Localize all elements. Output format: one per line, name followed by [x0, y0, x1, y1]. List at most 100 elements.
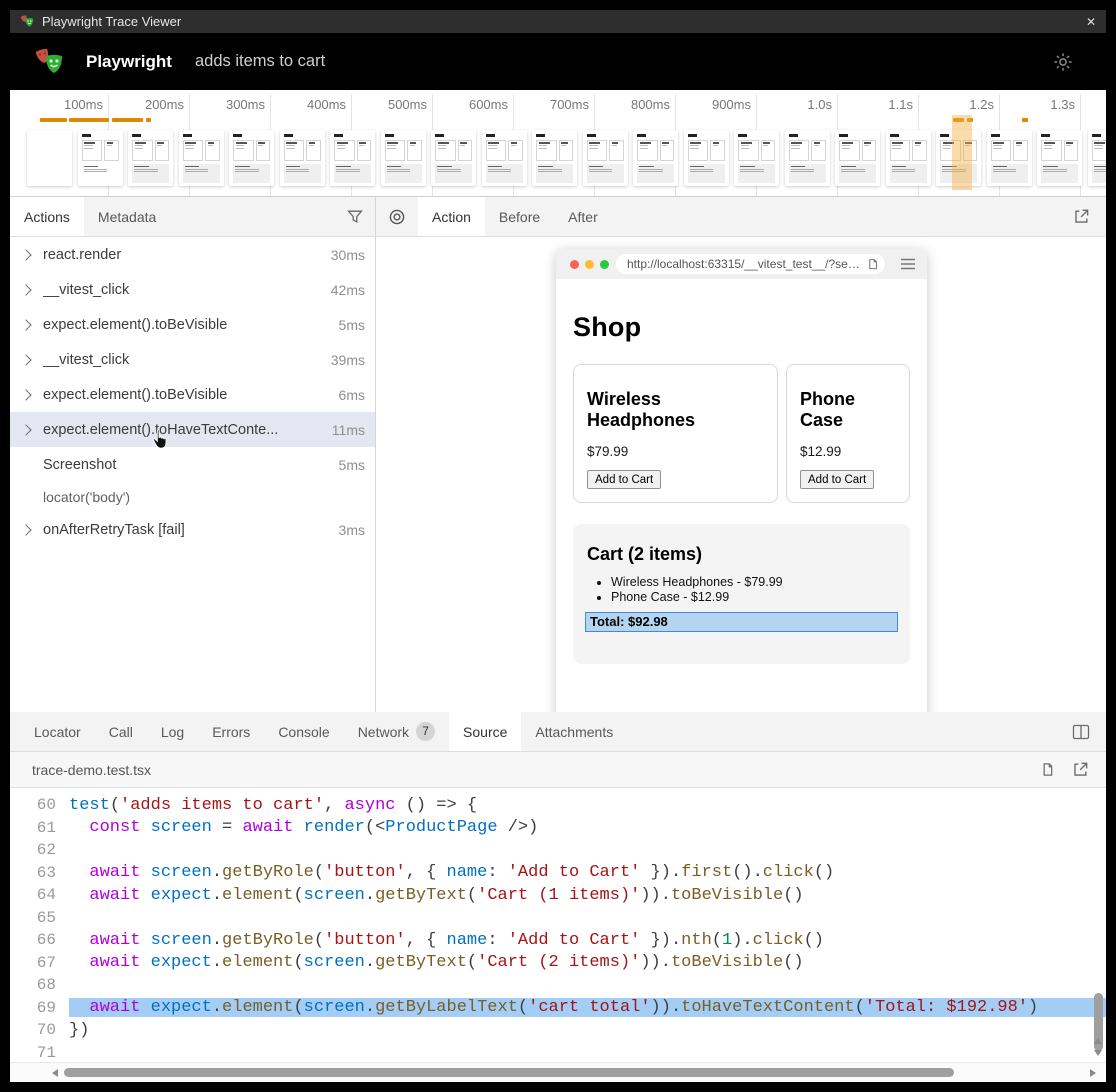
- action-row-react-render[interactable]: react.render30ms: [10, 237, 375, 272]
- film-strip-thumbnail[interactable]: [987, 130, 1032, 186]
- film-strip-thumbnail[interactable]: [280, 130, 325, 186]
- film-strip-thumbnail[interactable]: [734, 130, 779, 186]
- timeline-tick-label: 200ms: [145, 97, 184, 112]
- film-strip-thumbnail[interactable]: [482, 130, 527, 186]
- code-line-69[interactable]: 69 await expect.element(screen.getByLabe…: [10, 997, 1106, 1020]
- tab-call[interactable]: Call: [95, 712, 147, 751]
- test-title: adds items to cart: [195, 52, 1052, 71]
- add-to-cart-button[interactable]: Add to Cart: [800, 470, 874, 489]
- chevron-right-icon[interactable]: [20, 249, 31, 260]
- tab-locator[interactable]: Locator: [20, 712, 95, 751]
- timeline-tick-label: 900ms: [712, 97, 751, 112]
- film-strip-thumbnail[interactable]: [1037, 130, 1082, 186]
- scroll-right-arrow[interactable]: [1090, 1069, 1096, 1077]
- tab-after[interactable]: After: [554, 197, 612, 236]
- code-line-60[interactable]: 60test('adds items to cart', async () =>…: [10, 794, 1106, 817]
- tab-actions[interactable]: Actions: [10, 197, 84, 236]
- code-line-62[interactable]: 62: [10, 839, 1106, 862]
- cart-heading: Cart (2 items): [587, 544, 898, 565]
- timeline-action-bar: [69, 118, 109, 122]
- scroll-down-arrow[interactable]: [1094, 1050, 1102, 1056]
- code-line-68[interactable]: 68: [10, 974, 1106, 997]
- horizontal-scrollbar[interactable]: [10, 1062, 1106, 1082]
- tab-network[interactable]: Network7: [344, 712, 449, 751]
- film-strip-thumbnail[interactable]: [229, 130, 274, 186]
- action-row-screenshot[interactable]: Screenshot5ms: [10, 447, 375, 482]
- action-row-vitest-click[interactable]: __vitest_click42ms: [10, 272, 375, 307]
- horizontal-scrollbar-thumb[interactable]: [64, 1068, 954, 1077]
- film-strip-thumbnail[interactable]: [179, 130, 224, 186]
- action-row-vitest-click[interactable]: __vitest_click39ms: [10, 342, 375, 377]
- action-row-expect-element-tohavetextconte[interactable]: expect.element().toHaveTextConte...11ms: [10, 412, 375, 447]
- film-strip-thumbnail[interactable]: [78, 130, 123, 186]
- add-to-cart-button[interactable]: Add to Cart: [587, 470, 661, 489]
- copy-url-icon[interactable]: [866, 258, 878, 271]
- code-text: await expect.element(screen.getByText('C…: [69, 886, 1106, 905]
- tab-action[interactable]: Action: [418, 197, 485, 236]
- source-code-view[interactable]: 60test('adds items to cart', async () =>…: [10, 788, 1106, 1062]
- product-cards: Wireless Headphones$79.99Add to CartPhon…: [573, 364, 910, 503]
- address-bar[interactable]: http://localhost:63315/__vitest_test__/?…: [616, 254, 885, 274]
- tab-before[interactable]: Before: [485, 197, 554, 236]
- browser-chrome: http://localhost:63315/__vitest_test__/?…: [556, 249, 927, 279]
- chevron-right-icon[interactable]: [20, 524, 31, 535]
- code-line-65[interactable]: 65: [10, 907, 1106, 930]
- action-row-onafterretrytask-fail[interactable]: onAfterRetryTask [fail]3ms: [10, 512, 375, 547]
- product-card-phone-case: Phone Case$12.99Add to Cart: [786, 364, 910, 503]
- film-strip-thumbnail[interactable]: [1088, 130, 1107, 186]
- code-line-66[interactable]: 66 await screen.getByRole('button', { na…: [10, 929, 1106, 952]
- tab-attachments[interactable]: Attachments: [521, 712, 627, 751]
- source-toolbar: trace-demo.test.tsx: [10, 752, 1106, 788]
- film-strip-thumbnail[interactable]: [532, 130, 577, 186]
- tab-console[interactable]: Console: [264, 712, 343, 751]
- chevron-right-icon[interactable]: [20, 424, 31, 435]
- tab-metadata[interactable]: Metadata: [84, 197, 170, 236]
- tab-errors[interactable]: Errors: [198, 712, 264, 751]
- code-line-71[interactable]: 71: [10, 1042, 1106, 1063]
- action-row-expect-element-tobevisible[interactable]: expect.element().toBeVisible5ms: [10, 307, 375, 342]
- gear-icon[interactable]: [1052, 51, 1074, 73]
- open-external-icon[interactable]: [1061, 197, 1106, 236]
- pick-locator-target-icon[interactable]: [376, 197, 418, 236]
- chevron-right-icon[interactable]: [20, 284, 31, 295]
- timeline-tick-label: 1.3s: [1050, 97, 1075, 112]
- scroll-up-arrow[interactable]: [1094, 1038, 1102, 1044]
- film-strip-thumbnail[interactable]: [431, 130, 476, 186]
- split-columns-icon[interactable]: [1060, 712, 1106, 751]
- film-strip-thumbnail[interactable]: [27, 130, 72, 186]
- code-line-61[interactable]: 61 const screen = await render(<ProductP…: [10, 817, 1106, 840]
- app-window: Playwright Trace Viewer ✕ Playwright add…: [10, 10, 1106, 1082]
- film-strip-thumbnail[interactable]: [128, 130, 173, 186]
- film-strip-thumbnail[interactable]: [381, 130, 426, 186]
- action-title: __vitest_click: [43, 352, 323, 368]
- tab-log[interactable]: Log: [147, 712, 198, 751]
- copy-source-icon[interactable]: [1030, 762, 1063, 778]
- film-strip-thumbnail[interactable]: [785, 130, 830, 186]
- chevron-right-icon[interactable]: [20, 354, 31, 365]
- code-text: await screen.getByRole('button', { name:…: [69, 863, 1106, 882]
- action-row-expect-element-tobevisible[interactable]: expect.element().toBeVisible6ms: [10, 377, 375, 412]
- timeline[interactable]: 100ms200ms300ms400ms500ms600ms700ms800ms…: [10, 90, 1106, 196]
- filter-icon[interactable]: [335, 197, 375, 236]
- action-duration: 6ms: [339, 387, 365, 403]
- film-strip-thumbnail[interactable]: [835, 130, 880, 186]
- hamburger-menu-icon[interactable]: [900, 258, 916, 270]
- code-line-63[interactable]: 63 await screen.getByRole('button', { na…: [10, 862, 1106, 885]
- product-name: Wireless Headphones: [587, 389, 764, 431]
- chevron-right-icon[interactable]: [20, 389, 31, 400]
- film-strip-thumbnail[interactable]: [684, 130, 729, 186]
- chevron-right-icon[interactable]: [20, 319, 31, 330]
- close-icon[interactable]: ✕: [1086, 15, 1096, 29]
- open-source-external-icon[interactable]: [1063, 761, 1098, 778]
- code-line-70[interactable]: 70}): [10, 1019, 1106, 1042]
- shop-heading: Shop: [573, 279, 910, 343]
- film-strip-thumbnail[interactable]: [583, 130, 628, 186]
- tab-source[interactable]: Source: [449, 712, 521, 751]
- film-strip-thumbnail[interactable]: [633, 130, 678, 186]
- film-strip-thumbnail[interactable]: [886, 130, 931, 186]
- film-strip-thumbnail[interactable]: [330, 130, 375, 186]
- code-line-64[interactable]: 64 await expect.element(screen.getByText…: [10, 884, 1106, 907]
- code-line-67[interactable]: 67 await expect.element(screen.getByText…: [10, 952, 1106, 975]
- tab-label: Console: [278, 724, 329, 740]
- scroll-left-arrow[interactable]: [52, 1069, 58, 1077]
